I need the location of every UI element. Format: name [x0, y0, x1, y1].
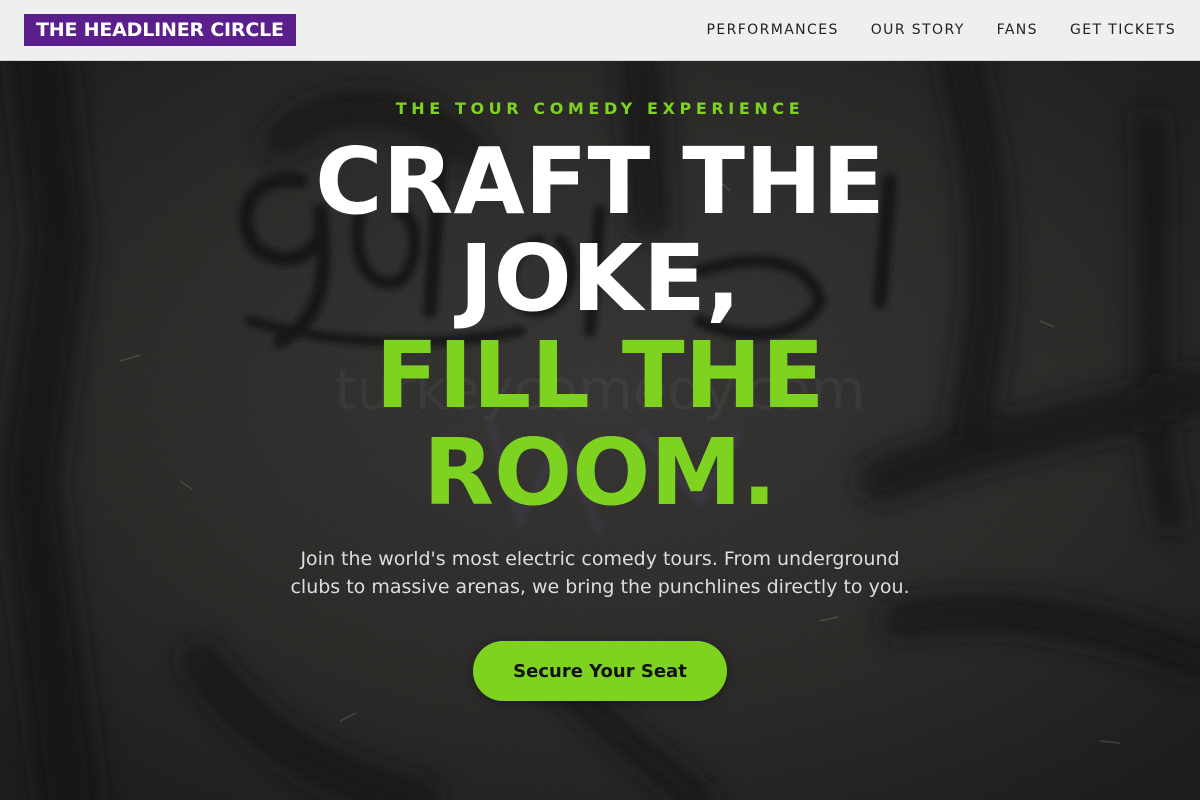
secure-seat-button[interactable]: Secure Your Seat	[473, 641, 727, 701]
headline-line-1: CRAFT THE	[315, 128, 885, 235]
headline-line-3: FILL THE	[375, 322, 825, 429]
nav-link-performances[interactable]: PERFORMANCES	[707, 22, 839, 38]
hero-subtext-line-2: clubs to massive arenas, we bring the pu…	[290, 576, 910, 598]
landing-page: THE HEADLINER CIRCLE PERFORMANCES OUR ST…	[0, 0, 1200, 800]
brand-logo[interactable]: THE HEADLINER CIRCLE	[24, 14, 296, 46]
nav-link-fans[interactable]: FANS	[997, 22, 1038, 38]
top-navbar: THE HEADLINER CIRCLE PERFORMANCES OUR ST…	[0, 0, 1200, 61]
hero-headline: CRAFT THE JOKE, FILL THE ROOM.	[200, 133, 1000, 521]
hero-eyebrow: THE TOUR COMEDY EXPERIENCE	[395, 99, 805, 118]
headline-line-2: JOKE,	[459, 225, 741, 332]
nav-link-our-story[interactable]: OUR STORY	[871, 22, 965, 38]
nav-link-get-tickets[interactable]: GET TICKETS	[1070, 22, 1176, 38]
hero-section: turkeycomedy.com THE TOUR COMEDY EXPERIE…	[0, 61, 1200, 800]
hero-subtext: Join the world's most electric comedy to…	[250, 545, 950, 601]
hero-subtext-line-1: Join the world's most electric comedy to…	[300, 548, 900, 570]
headline-line-4: ROOM.	[423, 419, 777, 526]
main-nav: PERFORMANCES OUR STORY FANS GET TICKETS	[707, 0, 1177, 60]
